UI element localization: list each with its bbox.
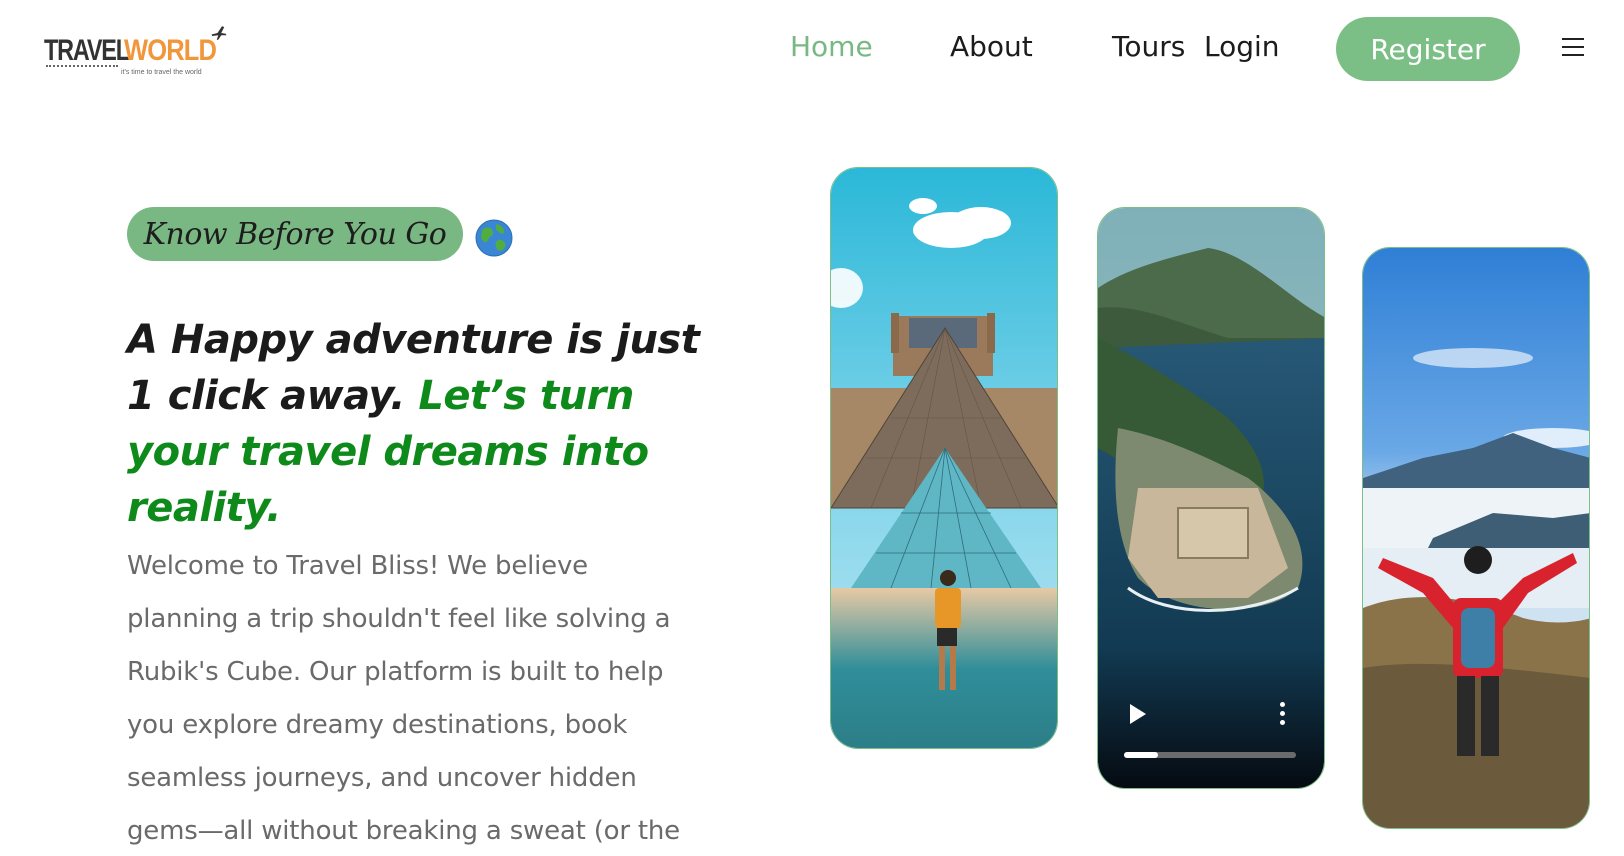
gallery-card-louvre bbox=[830, 167, 1058, 749]
airplane-icon bbox=[211, 26, 227, 40]
video-progress-fill bbox=[1124, 752, 1159, 758]
nav-login[interactable]: Login bbox=[1204, 30, 1280, 63]
hero-badge: Know Before You Go bbox=[127, 207, 463, 261]
logo-text-travel: TRAVEL bbox=[44, 34, 130, 67]
gallery-card-hiker bbox=[1362, 247, 1590, 829]
nav-about[interactable]: About bbox=[950, 30, 1033, 63]
nav-tours[interactable]: Tours bbox=[1112, 30, 1185, 63]
register-button[interactable]: Register bbox=[1336, 17, 1520, 81]
logo-flight-path bbox=[46, 65, 118, 67]
hero-intro-text: Welcome to Travel Bliss! We believe plan… bbox=[127, 551, 680, 846]
navbar: TRAVEL WORLD it's time to travel the wor… bbox=[0, 0, 1624, 100]
logo-tagline: it's time to travel the world bbox=[121, 69, 202, 76]
globe-icon bbox=[475, 219, 513, 257]
hamburger-icon[interactable] bbox=[1562, 38, 1584, 58]
video-controls bbox=[1098, 688, 1324, 788]
video-progress-bar[interactable] bbox=[1124, 752, 1296, 758]
mountain-hiker-photo bbox=[1363, 248, 1589, 828]
nav-home[interactable]: Home bbox=[790, 30, 873, 63]
play-icon[interactable] bbox=[1130, 704, 1146, 724]
gallery-card-fortress-video[interactable] bbox=[1097, 207, 1325, 789]
louvre-pyramid-photo bbox=[831, 168, 1057, 748]
more-options-icon[interactable] bbox=[1280, 702, 1286, 728]
logo-text-world: WORLD bbox=[124, 34, 217, 67]
hero-headline: A Happy adventure is just 1 click away. … bbox=[127, 312, 727, 536]
brand-logo[interactable]: TRAVEL WORLD it's time to travel the wor… bbox=[44, 22, 244, 84]
badge-text: Know Before You Go bbox=[143, 216, 447, 252]
